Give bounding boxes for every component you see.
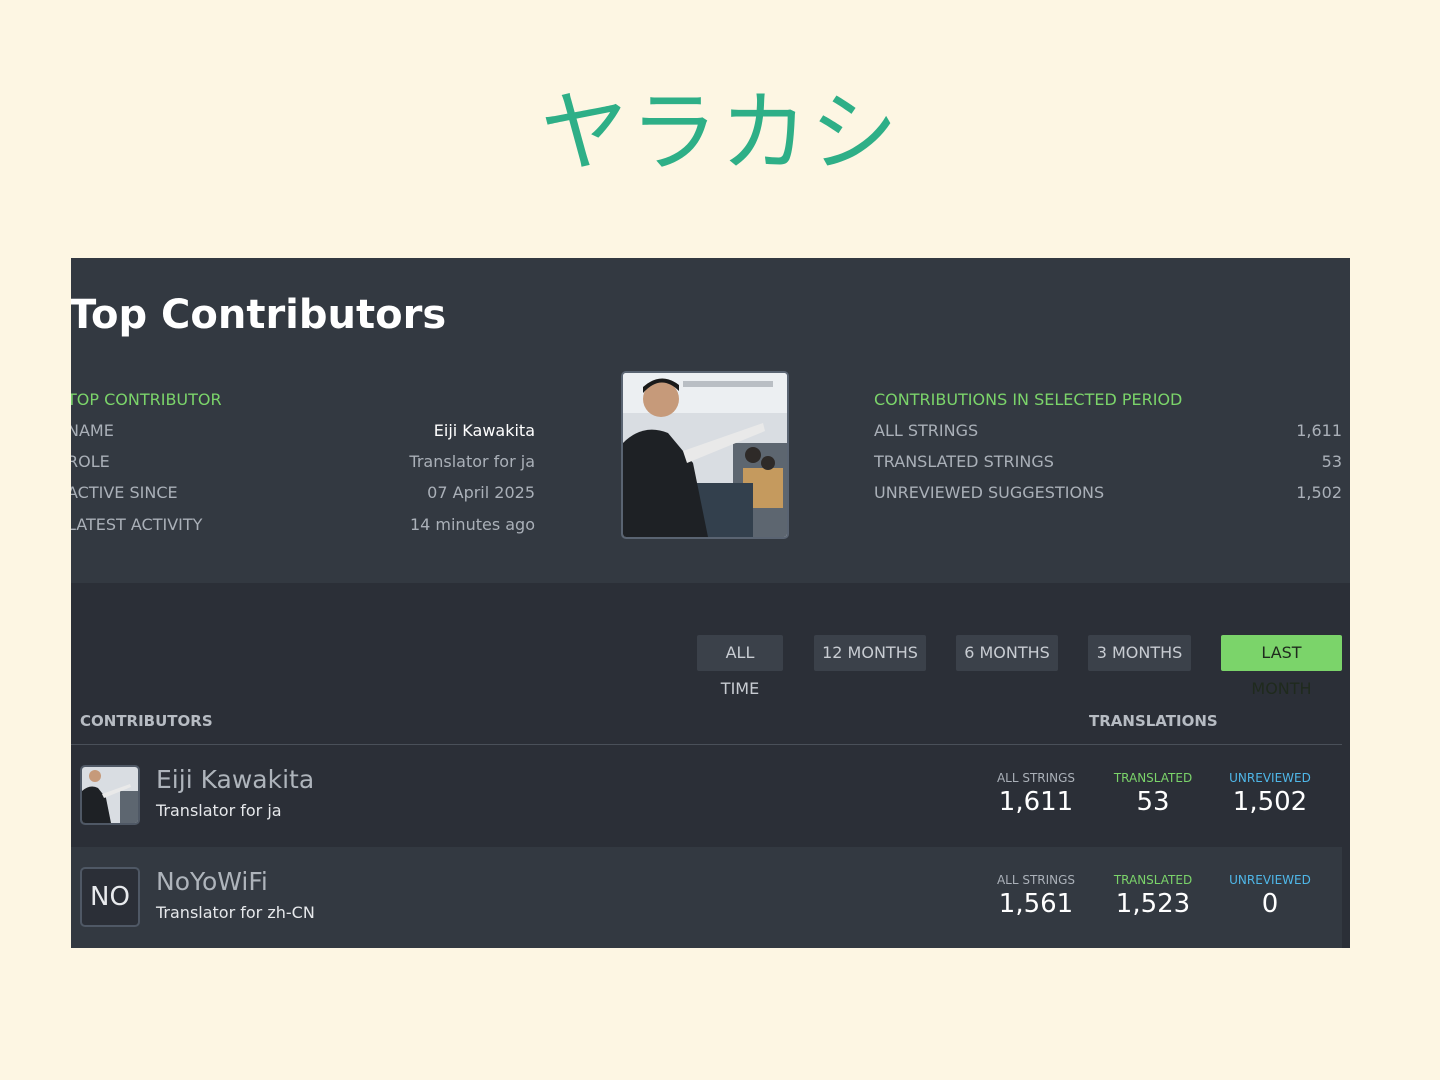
contributors-column-header: CONTRIBUTORS (80, 712, 213, 730)
contributor-name[interactable]: Eiji Kawakita (156, 765, 314, 794)
info-row-role: ROLE Translator for ja (71, 452, 535, 476)
stat-label: UNREVIEWED SUGGESTIONS (874, 483, 1105, 502)
person-photo-icon (623, 373, 787, 537)
stat-translated: TRANSLATED 1,523 (1098, 873, 1208, 919)
top-contributor-panel: Top Contributors TOP CONTRIBUTOR NAME Ei… (71, 258, 1350, 583)
period-last-month-button[interactable]: LAST MONTH (1221, 635, 1342, 698)
info-label: ROLE (71, 452, 110, 471)
stat-row-translated: TRANSLATED STRINGS 53 (874, 452, 1342, 476)
contributor-role: Translator for zh-CN (156, 903, 315, 922)
slide-title: ヤラカシ (539, 81, 900, 184)
translations-column-header: TRANSLATIONS (1089, 712, 1218, 730)
contributor-name[interactable]: NoYoWiFi (156, 867, 268, 896)
top-contributor-section-title: TOP CONTRIBUTOR (71, 390, 222, 409)
period-3-months-button[interactable]: 3 MONTHS (1088, 635, 1191, 671)
stat-row-unreviewed: UNREVIEWED SUGGESTIONS 1,502 (874, 483, 1342, 507)
period-all-time-button[interactable]: ALL TIME (697, 635, 783, 698)
stat-label: ALL STRINGS (874, 421, 979, 440)
period-12-months-button[interactable]: 12 MONTHS (814, 635, 926, 671)
avatar[interactable]: NO (80, 867, 140, 927)
info-label: ACTIVE SINCE (71, 483, 178, 502)
stat-label: TRANSLATED STRINGS (874, 452, 1054, 471)
stat-translated: TRANSLATED 53 (1098, 771, 1208, 817)
period-section-title: CONTRIBUTIONS IN SELECTED PERIOD (874, 390, 1183, 409)
stat-value: 1,523 (1115, 889, 1191, 919)
stat-value: 1,611 (998, 787, 1074, 817)
stat-label: UNREVIEWED (1229, 771, 1311, 785)
period-selector: ALL TIME 12 MONTHS 6 MONTHS 3 MONTHS LAS… (71, 635, 1350, 698)
info-label: NAME (71, 421, 114, 440)
avatar[interactable] (80, 765, 140, 825)
stat-row-all-strings: ALL STRINGS 1,611 (874, 421, 1342, 445)
info-row-latest-activity: LATEST ACTIVITY 14 minutes ago (71, 515, 535, 539)
info-value: Translator for ja (409, 452, 535, 471)
info-row-active-since: ACTIVE SINCE 07 April 2025 (71, 483, 535, 507)
page-title: Top Contributors (71, 292, 447, 338)
contributor-role: Translator for ja (156, 801, 282, 820)
table-row[interactable]: Eiji Kawakita Translator for ja ALL STRI… (71, 745, 1342, 846)
stat-value: 1,502 (1232, 787, 1308, 817)
info-value: Eiji Kawakita (433, 421, 535, 440)
stat-value: 53 (1321, 452, 1342, 471)
stat-label: TRANSLATED (1113, 873, 1193, 887)
period-6-months-button[interactable]: 6 MONTHS (956, 635, 1058, 671)
stat-value: 53 (1136, 787, 1170, 817)
stat-label: UNREVIEWED (1229, 873, 1311, 887)
stat-unreviewed: UNREVIEWED 0 (1215, 873, 1325, 919)
stat-all-strings: ALL STRINGS 1,611 (981, 771, 1091, 817)
stat-value: 0 (1261, 889, 1279, 919)
stat-all-strings: ALL STRINGS 1,561 (981, 873, 1091, 919)
table-row[interactable]: NO NoYoWiFi Translator for zh-CN ALL STR… (71, 847, 1342, 948)
info-value: 14 minutes ago (409, 515, 535, 534)
stat-value: 1,502 (1296, 483, 1342, 502)
stat-label: ALL STRINGS (996, 771, 1076, 785)
person-photo-icon (82, 767, 138, 823)
top-contributor-photo[interactable] (621, 371, 789, 539)
contributors-screenshot: Top Contributors TOP CONTRIBUTOR NAME Ei… (71, 258, 1350, 948)
stat-value: 1,561 (998, 889, 1074, 919)
stat-label: ALL STRINGS (996, 873, 1076, 887)
info-row-name: NAME Eiji Kawakita (71, 421, 535, 445)
info-label: LATEST ACTIVITY (71, 515, 203, 534)
stat-label: TRANSLATED (1113, 771, 1193, 785)
stat-value: 1,611 (1296, 421, 1342, 440)
stat-unreviewed: UNREVIEWED 1,502 (1215, 771, 1325, 817)
info-value: 07 April 2025 (427, 483, 535, 502)
